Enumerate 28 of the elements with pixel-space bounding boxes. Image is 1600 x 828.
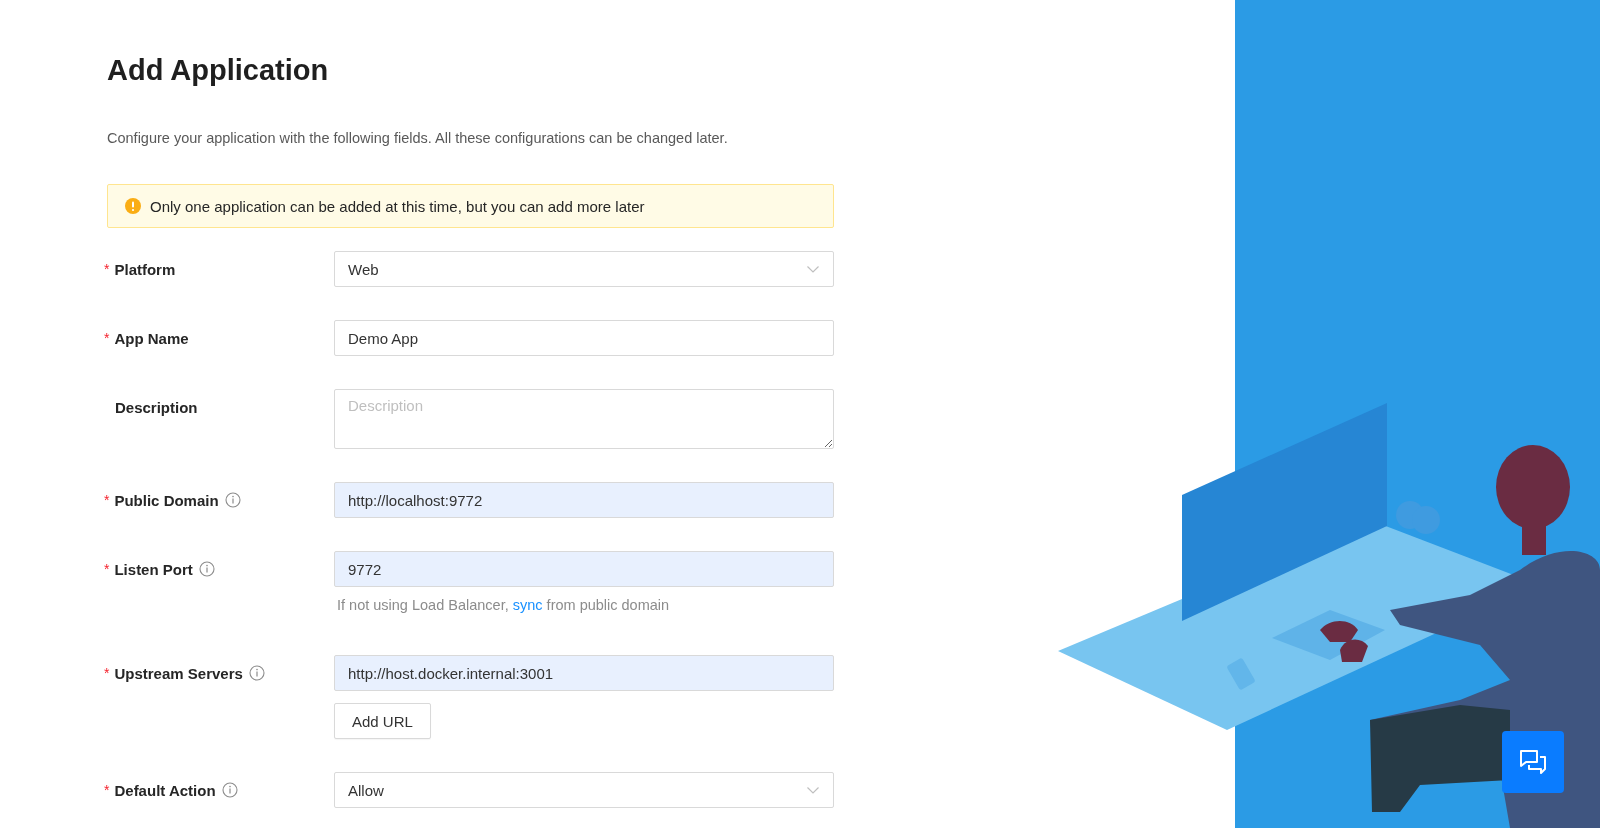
required-asterisk: * (104, 561, 110, 577)
field-label: Description (115, 398, 198, 416)
select-field[interactable]: Web (334, 251, 834, 287)
required-asterisk: * (104, 665, 110, 681)
chat-bubbles-icon (1519, 749, 1547, 775)
field-label: Listen Port (114, 560, 193, 578)
select-field[interactable]: Allow (334, 772, 834, 808)
intro-text: Configure your application with the following fields. All these configurations can be changed later. (107, 129, 729, 148)
input-field[interactable]: http://localhost:9772 (334, 482, 834, 518)
field-label: App Name (114, 329, 189, 347)
page-title: Add Application (107, 53, 330, 88)
required-asterisk: * (104, 492, 110, 508)
field-label: Default Action (114, 781, 216, 799)
required-asterisk: * (104, 261, 110, 277)
required-asterisk: * (104, 330, 110, 346)
input-field[interactable]: 9772 (334, 551, 834, 587)
textarea-field[interactable]: Description (334, 389, 834, 449)
input-field[interactable]: http://host.docker.internal:3001 (334, 655, 834, 691)
add-url-button[interactable]: Add URL (334, 703, 431, 739)
warning-icon (125, 198, 141, 214)
field-label: Public Domain (114, 491, 219, 509)
chat-button[interactable] (1502, 731, 1564, 793)
field-label: Upstream Servers (114, 664, 243, 682)
field-label: Platform (114, 260, 176, 278)
input-field[interactable]: Demo App (334, 320, 834, 356)
alert-text: Only one application can be added at this time, but you can add more later (150, 197, 645, 215)
hint-text: If not using Load Balancer, sync from public domain (337, 596, 670, 615)
required-asterisk: * (104, 782, 110, 798)
